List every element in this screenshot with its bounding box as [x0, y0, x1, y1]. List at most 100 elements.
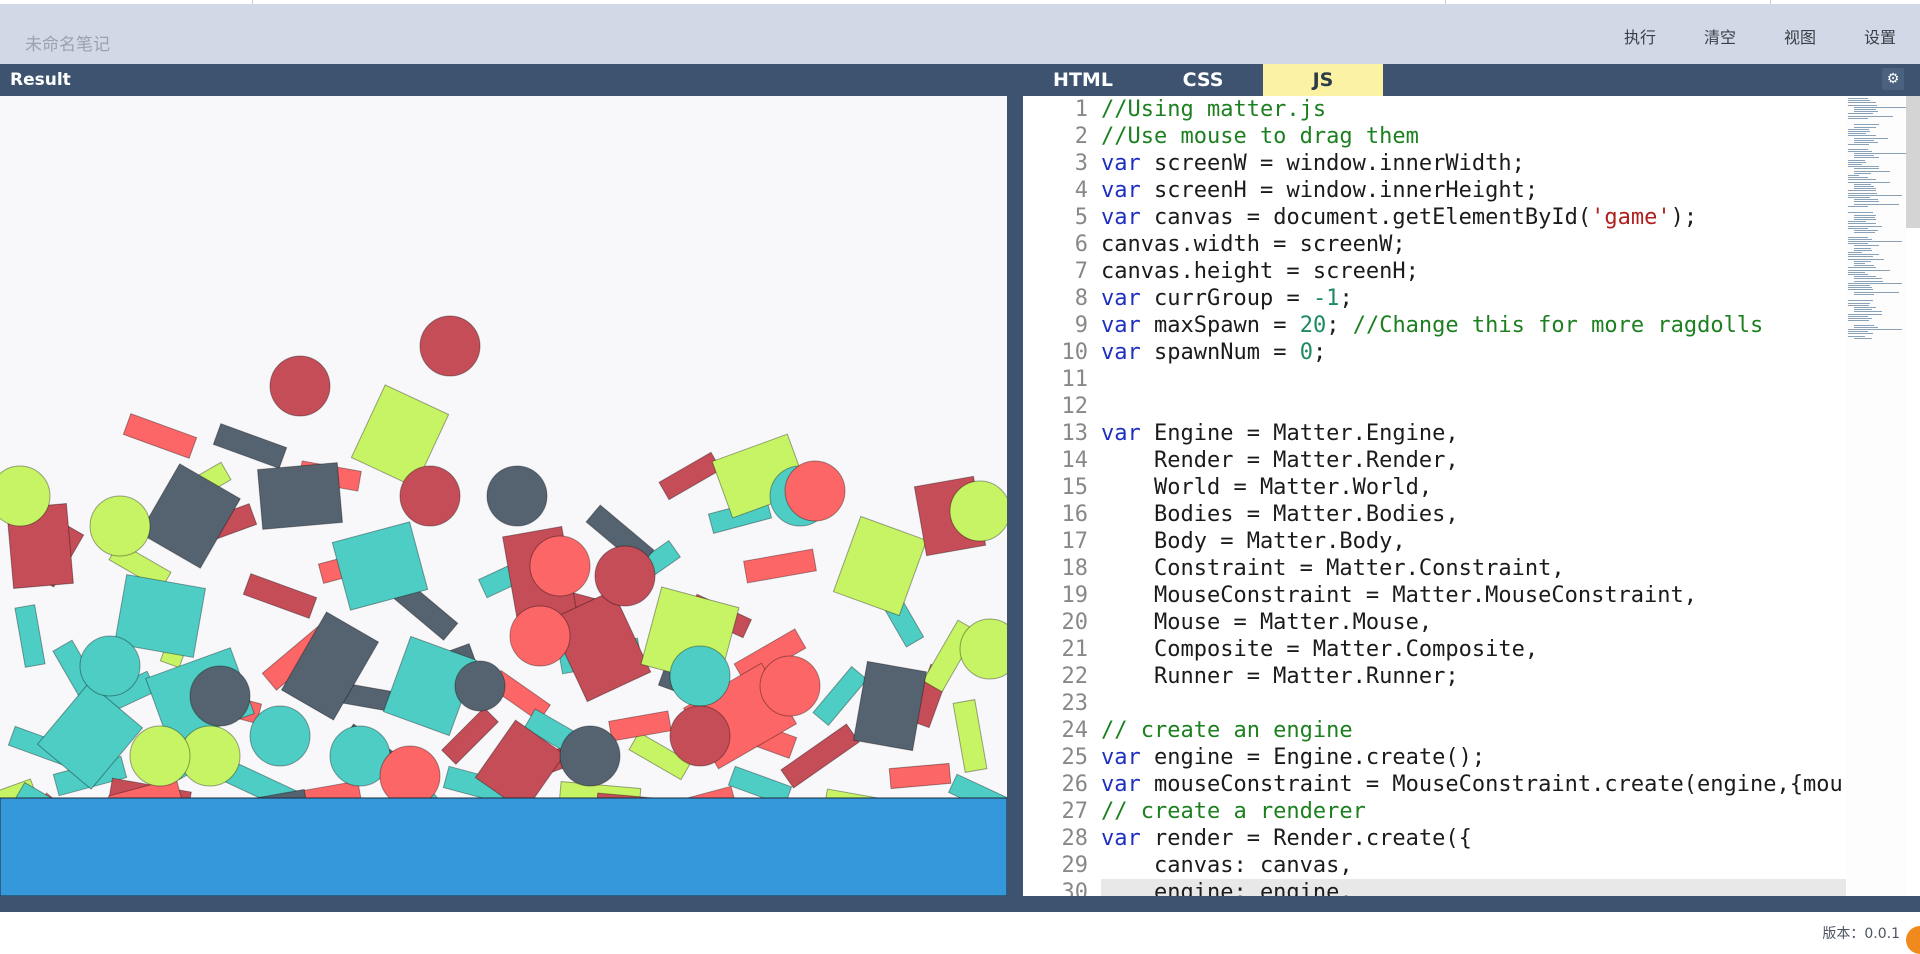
ragdoll-limb[interactable] [242, 573, 318, 619]
line-number-gutter: 1 2 3 4 5 6 7 8 9 10 11 12 13 14 15 16 17 18 19 20 21 22 23 24 2… [1023, 96, 1089, 896]
code-content[interactable]: //Using matter.js//Use mouse to drag the… [1101, 96, 1871, 896]
ragdoll-head[interactable] [189, 665, 251, 727]
code-line[interactable]: var Engine = Matter.Engine, [1101, 420, 1871, 447]
minimap-line [1848, 329, 1902, 330]
toolbar-separator [1770, 0, 1771, 4]
code-minimap[interactable] [1846, 96, 1908, 896]
line-number: 11 [1061, 367, 1089, 392]
ragdoll-head[interactable] [419, 315, 481, 377]
ragdoll-head[interactable] [594, 545, 656, 607]
note-title-input[interactable]: 未命名笔记 [25, 30, 110, 55]
minimap-line [1848, 113, 1874, 115]
ragdoll-head[interactable] [559, 725, 621, 787]
line-number: 18 [1061, 556, 1089, 581]
code-line[interactable]: // create a renderer [1101, 798, 1871, 825]
minimap-line [1848, 221, 1867, 223]
line-number: 21 [1061, 637, 1089, 662]
minimap-scroll-thumb[interactable] [1906, 96, 1920, 228]
code-line[interactable]: var engine = Engine.create(); [1101, 744, 1871, 771]
line-number: 14 [1061, 448, 1089, 473]
ragdoll-head[interactable] [79, 635, 141, 697]
ragdoll-limb[interactable] [122, 413, 198, 459]
ragdoll-limb[interactable] [14, 604, 46, 668]
ragdoll-head[interactable] [486, 465, 548, 527]
ragdoll-head[interactable] [784, 460, 846, 522]
minimap-line [1854, 106, 1908, 108]
code-line[interactable]: var mouseConstraint = MouseConstraint.cr… [1101, 771, 1871, 798]
clear-button[interactable]: 清空 [1680, 24, 1760, 48]
minimap-line [1848, 256, 1874, 258]
ragdoll-limb[interactable] [780, 723, 860, 789]
code-editor[interactable]: 1 2 3 4 5 6 7 8 9 10 11 12 13 14 15 16 17 18 19 20 21 22 23 24 2… [1023, 96, 1920, 896]
minimap-line [1848, 190, 1876, 192]
tab-css[interactable]: CSS [1143, 64, 1263, 96]
ragdoll-head[interactable] [669, 645, 731, 707]
code-line[interactable]: canvas.height = screenH; [1101, 258, 1871, 285]
code-token: //Use mouse to drag them [1101, 124, 1419, 149]
code-line[interactable]: canvas.width = screenW; [1101, 231, 1871, 258]
code-line[interactable]: var screenW = window.innerWidth; [1101, 150, 1871, 177]
ragdoll-head[interactable] [249, 705, 311, 767]
ragdoll-head[interactable] [949, 480, 1007, 542]
ragdoll-limb[interactable] [952, 699, 988, 773]
code-line[interactable]: engine: engine, [1101, 879, 1871, 896]
ragdoll-head[interactable] [379, 745, 441, 807]
minimap-line [1848, 164, 1862, 165]
ragdoll-limb[interactable] [743, 548, 817, 584]
code-line[interactable]: Render = Matter.Render, [1101, 447, 1871, 474]
gear-icon[interactable]: ⚙ [1882, 68, 1904, 90]
ground[interactable] [0, 797, 1007, 896]
minimap-line [1848, 320, 1869, 322]
code-line[interactable]: // create an engine [1101, 717, 1871, 744]
code-line[interactable]: var maxSpawn = 20; //Change this for mor… [1101, 312, 1871, 339]
view-button[interactable]: 视图 [1760, 24, 1840, 48]
tab-html[interactable]: HTML [1023, 64, 1143, 96]
tab-js[interactable]: JS [1263, 64, 1383, 96]
ragdoll-head[interactable] [454, 660, 506, 712]
code-line[interactable]: Constraint = Matter.Constraint, [1101, 555, 1871, 582]
minimap-line [1854, 201, 1880, 203]
code-line[interactable] [1101, 393, 1871, 420]
ragdoll-head[interactable] [399, 465, 461, 527]
ragdoll-limb[interactable] [608, 710, 672, 742]
ragdoll-limb[interactable] [212, 423, 288, 469]
code-line[interactable]: var render = Render.create({ [1101, 825, 1871, 852]
code-line[interactable]: Composite = Matter.Composite, [1101, 636, 1871, 663]
settings-button[interactable]: 设置 [1840, 24, 1920, 48]
code-line[interactable]: Bodies = Matter.Bodies, [1101, 501, 1871, 528]
ragdoll-limb[interactable] [832, 515, 928, 617]
code-line[interactable] [1101, 366, 1871, 393]
code-line[interactable]: MouseConstraint = Matter.MouseConstraint… [1101, 582, 1871, 609]
code-token: -1 [1312, 286, 1340, 311]
code-line[interactable]: //Use mouse to drag them [1101, 123, 1871, 150]
ragdoll-head[interactable] [89, 495, 151, 557]
code-line[interactable]: var canvas = document.getElementById('ga… [1101, 204, 1871, 231]
code-line[interactable]: var screenH = window.innerHeight; [1101, 177, 1871, 204]
code-line[interactable]: canvas: canvas, [1101, 852, 1871, 879]
code-line[interactable]: Mouse = Matter.Mouse, [1101, 609, 1871, 636]
ragdoll-limb[interactable] [256, 462, 344, 530]
ragdoll-head[interactable] [129, 725, 191, 787]
minimap-line [1848, 148, 1868, 150]
code-line[interactable]: Body = Matter.Body, [1101, 528, 1871, 555]
code-line[interactable] [1101, 690, 1871, 717]
code-line[interactable]: Runner = Matter.Runner; [1101, 663, 1871, 690]
ragdoll-limb[interactable] [658, 451, 722, 501]
ragdoll-head[interactable] [269, 355, 331, 417]
minimap-line [1848, 177, 1868, 179]
result-preview[interactable] [0, 96, 1007, 896]
physics-canvas[interactable] [0, 96, 1007, 896]
ragdoll-head[interactable] [509, 605, 571, 667]
code-line[interactable]: //Using matter.js [1101, 96, 1871, 123]
ragdoll-head[interactable] [529, 535, 591, 597]
ragdoll-limb[interactable] [852, 660, 928, 752]
line-number: 28 [1061, 826, 1089, 851]
run-button[interactable]: 执行 [1600, 24, 1680, 48]
panel-resize-handle[interactable] [1007, 64, 1023, 896]
code-line[interactable]: World = Matter.World, [1101, 474, 1871, 501]
code-line[interactable]: var spawnNum = 0; [1101, 339, 1871, 366]
ragdoll-head[interactable] [669, 705, 731, 767]
ragdoll-head[interactable] [759, 655, 821, 717]
ragdoll-limb[interactable] [888, 762, 952, 790]
code-line[interactable]: var currGroup = -1; [1101, 285, 1871, 312]
